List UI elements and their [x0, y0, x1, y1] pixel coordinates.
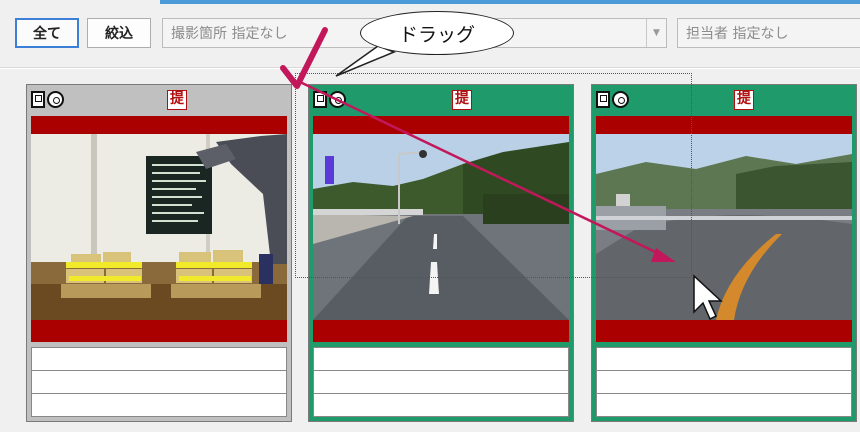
- card-top-band: [31, 116, 287, 134]
- location-combo-value: 撮影箇所 指定なし: [171, 26, 288, 42]
- submit-mark-icon: 提: [734, 90, 754, 110]
- card-top-band: [313, 116, 569, 134]
- photo-doc-icon: [596, 91, 610, 108]
- card-header: 提: [27, 85, 291, 115]
- card-header: 提: [592, 85, 856, 115]
- photo-grid: 提 提 提: [0, 69, 860, 432]
- photo-thumbnail[interactable]: [313, 134, 569, 320]
- card-bottom-band: [31, 320, 287, 342]
- photo-thumbnail[interactable]: [31, 134, 287, 320]
- person-combo[interactable]: 担当者 指定なし: [677, 18, 860, 48]
- card-bottom-band: [596, 320, 852, 342]
- disc-icon: [329, 91, 346, 108]
- submit-mark-icon: 提: [452, 90, 472, 110]
- card-info-rows: [313, 347, 569, 417]
- photo-card-3[interactable]: 提: [591, 84, 857, 422]
- toolbar-accent-line: [160, 0, 860, 4]
- photo-card-2[interactable]: 提: [308, 84, 574, 422]
- disc-icon: [612, 91, 629, 108]
- photo-doc-icon: [313, 91, 327, 108]
- card-header: 提: [309, 85, 573, 115]
- card-bottom-band: [313, 320, 569, 342]
- all-button[interactable]: 全て: [15, 18, 79, 48]
- disc-icon: [47, 91, 64, 108]
- photo-doc-icon: [31, 91, 45, 108]
- person-combo-value: 担当者 指定なし: [686, 26, 789, 42]
- chevron-down-icon[interactable]: ▼: [646, 19, 666, 47]
- drag-callout: ドラッグ: [360, 11, 514, 55]
- card-top-band: [596, 116, 852, 134]
- submit-mark-icon: 提: [167, 90, 187, 110]
- card-info-rows: [31, 347, 287, 417]
- filter-button[interactable]: 絞込: [87, 18, 151, 48]
- photo-card-1[interactable]: 提: [26, 84, 292, 422]
- photo-thumbnail[interactable]: [596, 134, 852, 320]
- card-info-rows: [596, 347, 852, 417]
